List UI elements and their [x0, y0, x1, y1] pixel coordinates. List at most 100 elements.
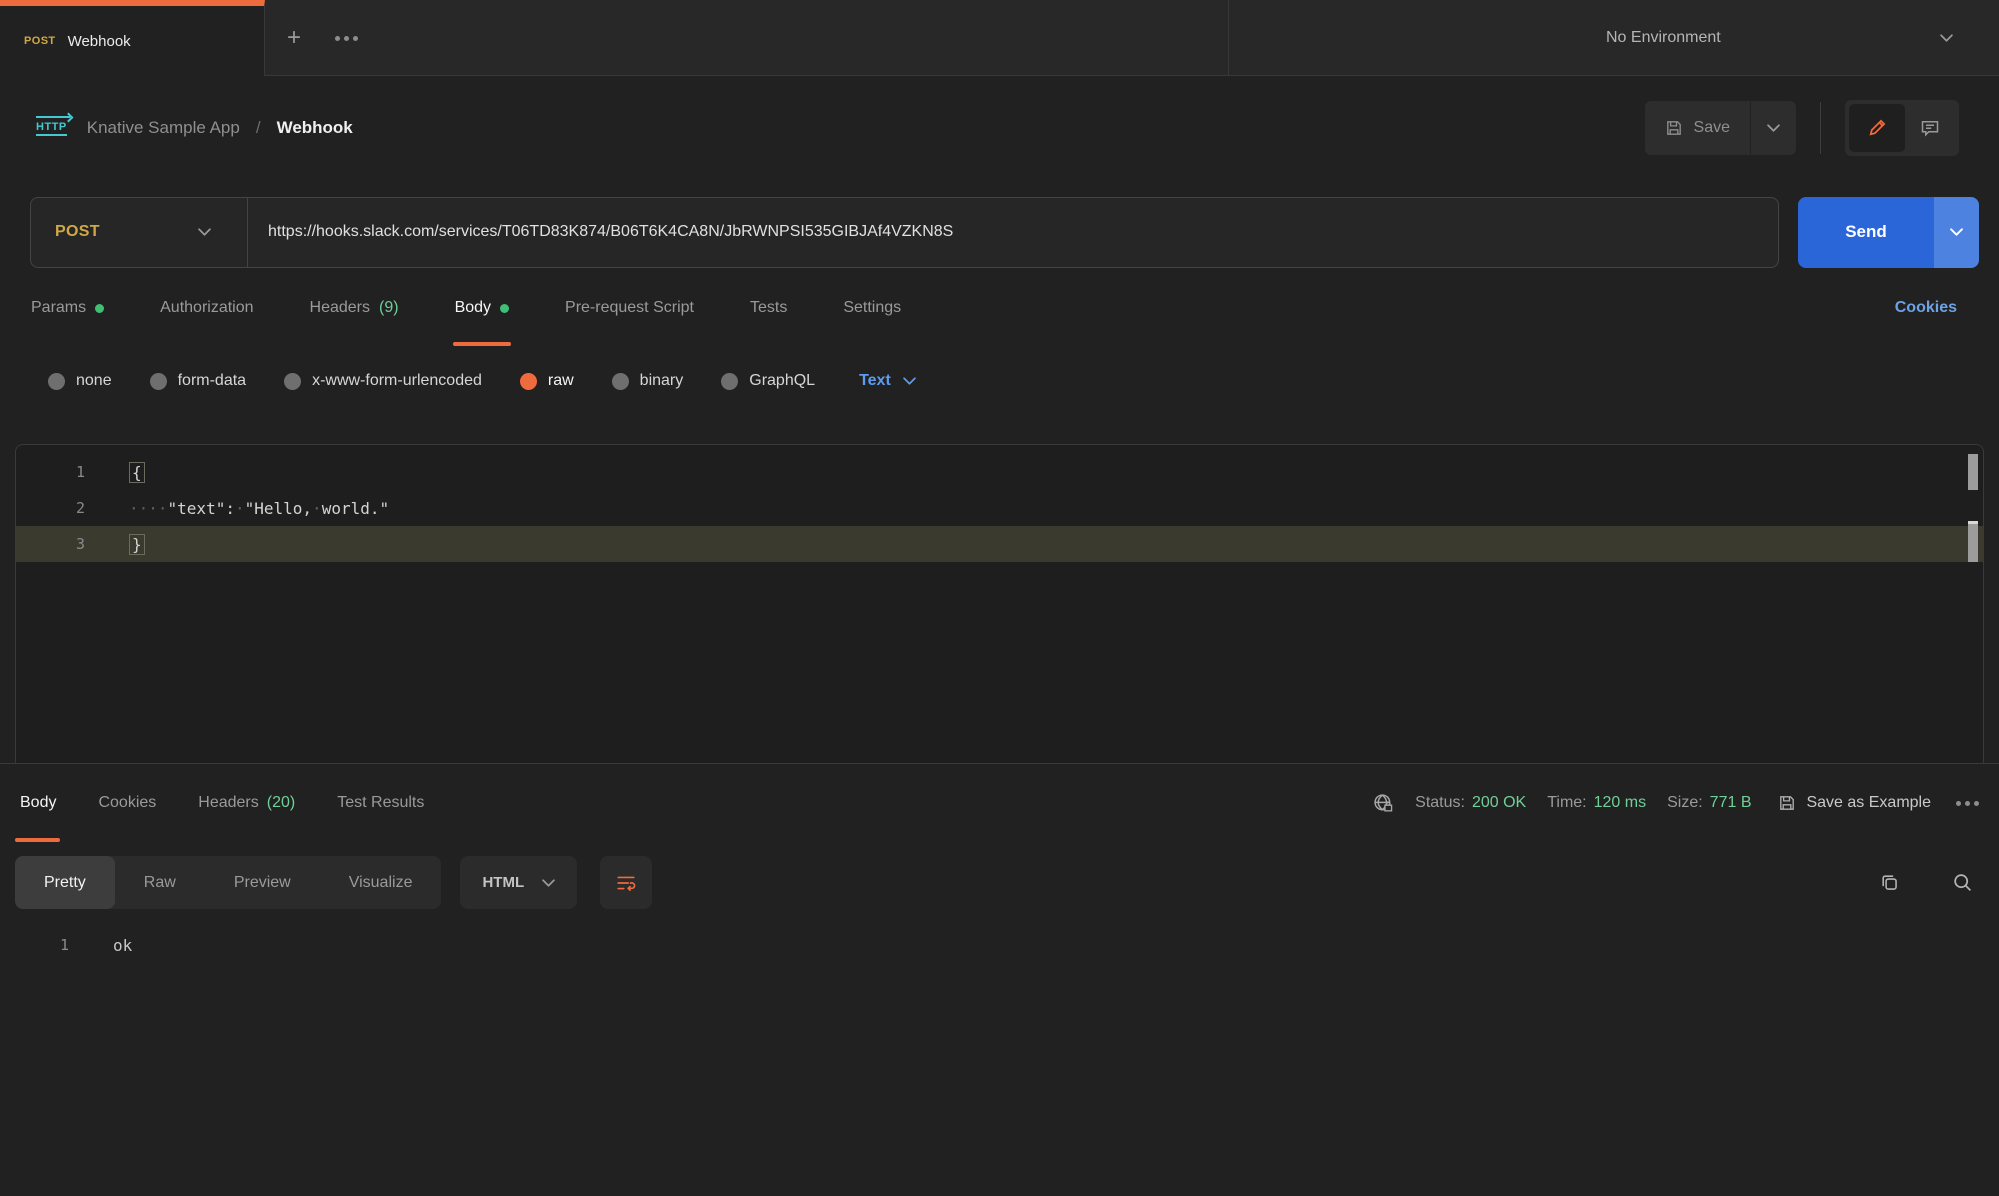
breadcrumb-collection[interactable]: Knative Sample App — [87, 118, 240, 138]
chevron-down-icon — [1940, 34, 1953, 42]
tab-label: Authorization — [160, 299, 253, 317]
send-button[interactable]: Send — [1798, 197, 1934, 268]
radio-icon — [284, 373, 301, 390]
save-as-example-button[interactable]: Save as Example — [1778, 794, 1931, 812]
breadcrumb-request-name: Webhook — [277, 118, 353, 138]
tab-headers[interactable]: Headers (9) — [310, 270, 399, 346]
search-icon[interactable] — [1952, 872, 1973, 893]
params-active-dot — [95, 304, 104, 313]
line-number: 2 — [16, 499, 85, 517]
view-pretty[interactable]: Pretty — [15, 856, 115, 909]
radio-icon — [150, 373, 167, 390]
size-indicator: Size: 771 B — [1667, 794, 1751, 812]
response-tabs: Body Cookies Headers (20) Test Results — [20, 764, 424, 842]
body-active-dot — [500, 304, 509, 313]
pencil-icon — [1867, 118, 1887, 138]
mode-raw[interactable]: raw — [520, 372, 574, 390]
tab-label: Pre-request Script — [565, 299, 694, 317]
status-indicator: Status: 200 OK — [1415, 794, 1526, 812]
response-options-icon[interactable] — [1956, 801, 1979, 806]
tab-authorization[interactable]: Authorization — [160, 270, 253, 346]
environment-selector[interactable]: No Environment — [1228, 0, 1999, 76]
method-selector[interactable]: POST — [31, 198, 247, 267]
tab-label: Tests — [750, 299, 787, 317]
more-tabs-icon[interactable] — [335, 36, 358, 41]
environment-label: No Environment — [1606, 29, 1721, 47]
comment-icon — [1920, 118, 1940, 138]
raw-language-selector[interactable]: Text — [859, 372, 916, 390]
response-meta: Status: 200 OK Time: 120 ms Size: 771 B … — [1372, 792, 1979, 814]
tab-body[interactable]: Body — [455, 270, 509, 346]
tab-params[interactable]: Params — [31, 270, 104, 346]
mode-graphql[interactable]: GraphQL — [721, 372, 815, 390]
url-bar: POST — [30, 197, 1779, 268]
wrap-text-icon — [616, 874, 636, 892]
network-globe-lock-icon[interactable] — [1372, 792, 1394, 814]
status-label: Status: — [1415, 794, 1465, 812]
chevron-down-icon — [903, 377, 916, 385]
request-tabs: Params Authorization Headers (9) Body Pr… — [0, 270, 1999, 346]
status-value: 200 OK — [1472, 794, 1526, 812]
time-value: 120 ms — [1594, 794, 1646, 812]
view-raw[interactable]: Raw — [115, 856, 205, 909]
view-visualize[interactable]: Visualize — [320, 856, 442, 909]
request-tab-webhook[interactable]: POST Webhook — [0, 0, 265, 76]
workspace-tab-bar: POST Webhook + No Environment — [0, 0, 1999, 76]
copy-icon[interactable] — [1879, 872, 1900, 893]
time-indicator: Time: 120 ms — [1547, 794, 1646, 812]
response-tab-headers[interactable]: Headers (20) — [198, 764, 295, 842]
response-language-selector[interactable]: HTML — [460, 856, 577, 909]
mode-x-www-form-urlencoded[interactable]: x-www-form-urlencoded — [284, 372, 482, 390]
mode-label: raw — [548, 372, 574, 390]
mode-form-data[interactable]: form-data — [150, 372, 246, 390]
response-tab-test-results[interactable]: Test Results — [337, 764, 424, 842]
cookies-link[interactable]: Cookies — [1895, 299, 1957, 317]
mode-label: none — [76, 372, 112, 390]
mode-binary[interactable]: binary — [612, 372, 684, 390]
send-options-button[interactable] — [1934, 197, 1979, 268]
save-options-button[interactable] — [1750, 101, 1796, 155]
mode-label: x-www-form-urlencoded — [312, 372, 482, 390]
tab-label: Params — [31, 299, 86, 317]
tab-pre-request-script[interactable]: Pre-request Script — [565, 270, 694, 346]
view-preview[interactable]: Preview — [205, 856, 320, 909]
send-button-group: Send — [1798, 197, 1979, 268]
mode-none[interactable]: none — [48, 372, 112, 390]
request-header: HTTP Knative Sample App / Webhook Save — [0, 76, 1999, 180]
editor-line-current: 3 } — [16, 526, 1983, 562]
breadcrumb-separator: / — [256, 118, 261, 138]
url-input[interactable] — [248, 223, 1778, 241]
tab-label: Body — [455, 299, 491, 317]
chevron-down-icon — [198, 228, 211, 236]
save-label: Save — [1694, 119, 1730, 137]
tab-tests[interactable]: Tests — [750, 270, 787, 346]
editor-line: 1 { — [16, 454, 1983, 490]
scrollbar-thumb[interactable] — [1968, 454, 1978, 490]
response-language-label: HTML — [482, 874, 524, 891]
new-tab-button[interactable]: + — [287, 26, 301, 50]
header-actions: Save — [1645, 100, 1959, 156]
wrap-text-button[interactable] — [600, 856, 652, 909]
response-tab-body[interactable]: Body — [20, 764, 56, 842]
save-button[interactable]: Save — [1645, 101, 1750, 155]
tab-label: Settings — [843, 299, 901, 317]
mode-label: GraphQL — [749, 372, 815, 390]
line-number: 1 — [16, 463, 85, 481]
response-toolbar: Pretty Raw Preview Visualize HTML — [0, 856, 1999, 909]
body-mode-selector: none form-data x-www-form-urlencoded raw… — [0, 346, 1999, 416]
response-actions — [1879, 872, 1973, 893]
code-text: } — [85, 535, 145, 554]
method-label: POST — [55, 223, 100, 241]
request-body-editor[interactable]: 1 { 2 ····"text":·"Hello,·world." 3 } — [15, 444, 1984, 763]
response-pane: Body Cookies Headers (20) Test Results — [0, 763, 1999, 958]
scrollbar-cursor-marker[interactable] — [1968, 521, 1978, 562]
edit-request-button[interactable] — [1849, 104, 1905, 152]
response-tab-cookies[interactable]: Cookies — [98, 764, 156, 842]
editor-line: 2 ····"text":·"Hello,·world." — [16, 490, 1983, 526]
mode-label: form-data — [178, 372, 246, 390]
comments-button[interactable] — [1905, 104, 1955, 152]
divider — [1820, 102, 1821, 154]
tab-settings[interactable]: Settings — [843, 270, 901, 346]
save-icon — [1665, 119, 1683, 137]
chevron-down-icon — [1767, 124, 1780, 132]
